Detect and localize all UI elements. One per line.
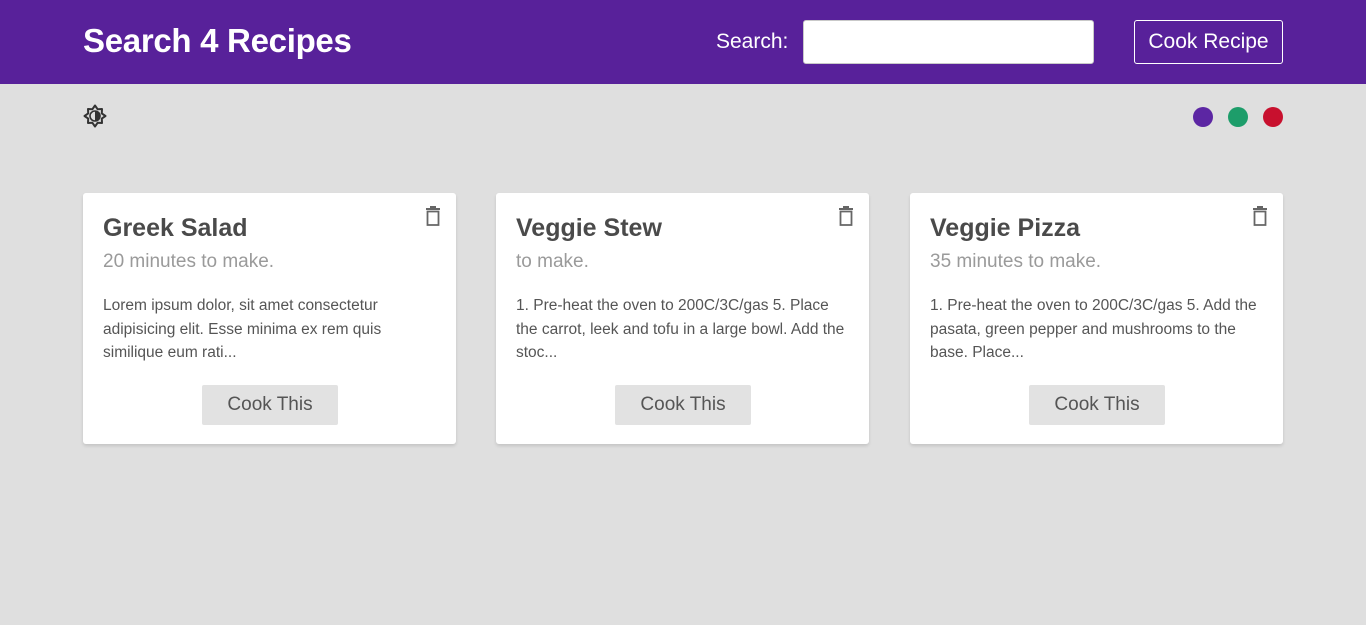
theme-color-green[interactable] [1228, 107, 1248, 127]
recipe-description: 1. Pre-heat the oven to 200C/3C/gas 5. P… [516, 297, 845, 361]
trash-icon[interactable] [837, 206, 855, 226]
cook-this-button[interactable]: Cook This [1029, 385, 1165, 425]
trash-icon[interactable] [424, 206, 442, 226]
recipe-time: 20 minutes to make. [103, 251, 275, 272]
cook-this-button[interactable]: Cook This [202, 385, 338, 425]
trash-icon[interactable] [1251, 206, 1269, 226]
recipe-title: Veggie Stew [516, 214, 662, 242]
recipe-title: Greek Salad [103, 214, 248, 242]
recipe-card: Greek Salad 20 minutes to make. Lorem ip… [83, 193, 456, 444]
recipe-time: 35 minutes to make. [930, 251, 1102, 272]
recipe-title: Veggie Pizza [930, 214, 1081, 242]
cook-this-button[interactable]: Cook This [615, 385, 751, 425]
recipe-card: Veggie Stew to make. 1. Pre-heat the ove… [496, 193, 869, 444]
recipe-card: Veggie Pizza 35 minutes to make. 1. Pre-… [910, 193, 1283, 444]
brightness-icon[interactable] [83, 104, 107, 128]
search-label: Search: [716, 30, 789, 53]
theme-color-red[interactable] [1263, 107, 1283, 127]
recipe-description: Lorem ipsum dolor, sit amet consectetur … [103, 297, 382, 361]
site-title[interactable]: Search 4 Recipes [83, 22, 352, 60]
recipe-time: to make. [516, 251, 589, 272]
search-input[interactable] [803, 20, 1094, 64]
recipe-description: 1. Pre-heat the oven to 200C/3C/gas 5. A… [930, 297, 1257, 361]
theme-color-purple[interactable] [1193, 107, 1213, 127]
navbar: Search 4 Recipes Search: Cook Recipe [0, 0, 1366, 84]
cook-recipe-button[interactable]: Cook Recipe [1134, 20, 1283, 64]
